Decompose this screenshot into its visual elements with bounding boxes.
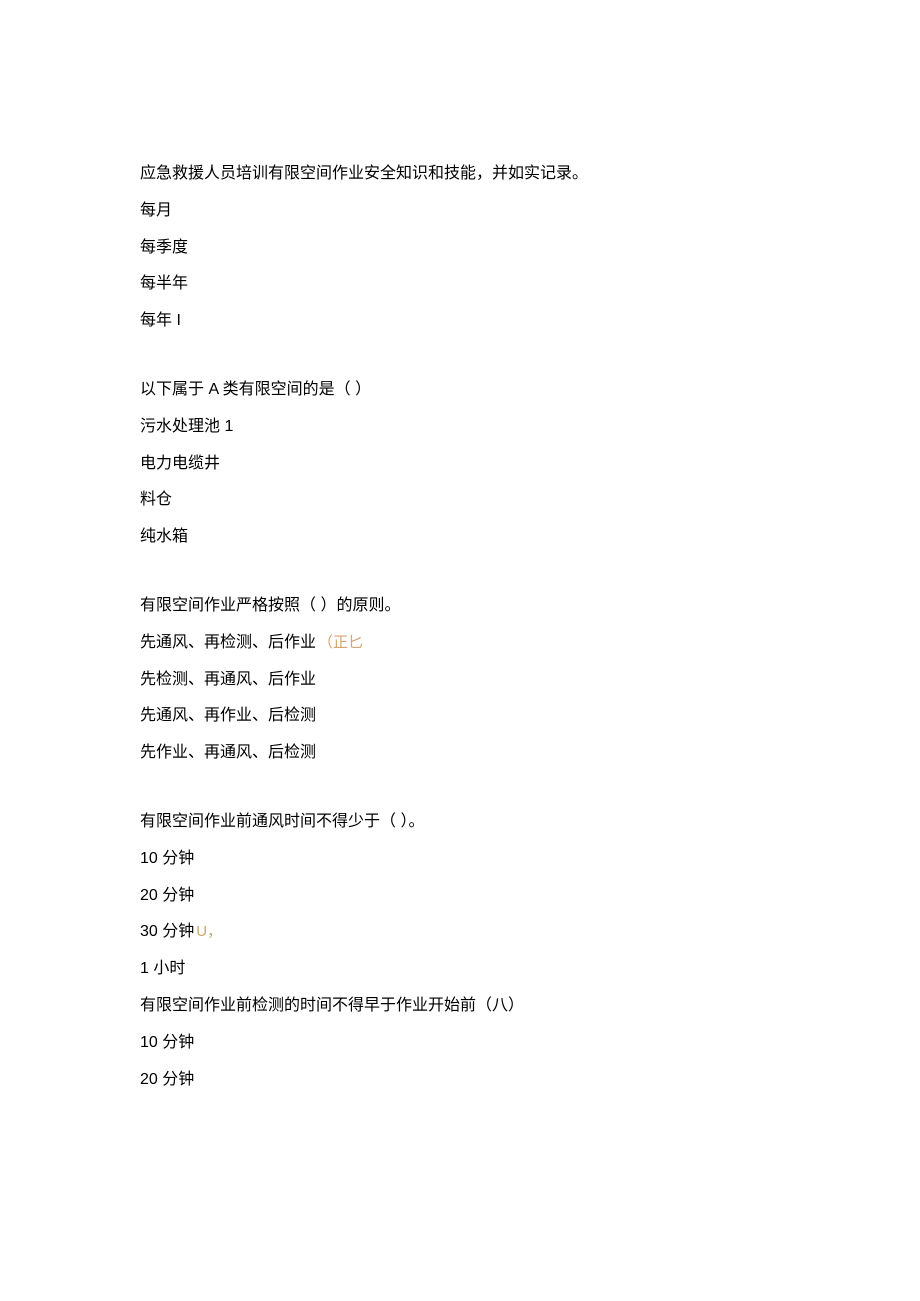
question-5-option-b: 20 分钟 — [140, 1066, 780, 1095]
question-1-option-a: 每月 — [140, 197, 780, 226]
question-4-option-a: 10 分钟 — [140, 845, 780, 874]
question-1: 应急救援人员培训有限空间作业安全知识和技能，并如实记录。 每月 每季度 每半年 … — [140, 160, 780, 336]
question-3-option-b: 先检测、再通风、后作业 — [140, 666, 780, 695]
question-3-option-a: 先通风、再检测、后作业（正匕 — [140, 629, 780, 658]
question-5-stem: 有限空间作业前检测的时间不得早于作业开始前（八） — [140, 992, 780, 1021]
question-2-option-d: 纯水箱 — [140, 523, 780, 552]
question-5-option-a: 10 分钟 — [140, 1029, 780, 1058]
question-2: 以下属于 A 类有限空间的是（ ） 污水处理池 1 电力电缆井 料仓 纯水箱 — [140, 376, 780, 552]
question-4-option-c-text: 30 分钟 — [140, 923, 194, 940]
question-4-option-d: 1 小时 — [140, 955, 780, 984]
question-3-option-a-annotation: （正匕 — [318, 634, 363, 651]
question-1-stem: 应急救援人员培训有限空间作业安全知识和技能，并如实记录。 — [140, 160, 780, 189]
question-3-option-d: 先作业、再通风、后检测 — [140, 739, 780, 768]
question-3-stem: 有限空间作业严格按照（ ）的原则。 — [140, 592, 780, 621]
document-page: 应急救援人员培训有限空间作业安全知识和技能，并如实记录。 每月 每季度 每半年 … — [0, 0, 920, 1301]
question-2-option-c: 料仓 — [140, 486, 780, 515]
question-3-option-a-text: 先通风、再检测、后作业 — [140, 634, 316, 651]
question-1-option-b: 每季度 — [140, 234, 780, 263]
question-4-stem: 有限空间作业前通风时间不得少于（ ）。 — [140, 808, 780, 837]
question-4-option-c: 30 分钟U， — [140, 918, 780, 947]
question-2-stem: 以下属于 A 类有限空间的是（ ） — [140, 376, 780, 405]
question-2-option-b: 电力电缆井 — [140, 450, 780, 479]
question-4-option-b: 20 分钟 — [140, 882, 780, 911]
question-4-option-c-annotation: U， — [196, 923, 222, 940]
question-3: 有限空间作业严格按照（ ）的原则。 先通风、再检测、后作业（正匕 先检测、再通风… — [140, 592, 780, 768]
question-1-option-d: 每年 I — [140, 307, 780, 336]
question-2-option-a: 污水处理池 1 — [140, 413, 780, 442]
question-3-option-c: 先通风、再作业、后检测 — [140, 702, 780, 731]
question-4: 有限空间作业前通风时间不得少于（ ）。 10 分钟 20 分钟 30 分钟U， … — [140, 808, 780, 1094]
question-1-option-c: 每半年 — [140, 270, 780, 299]
